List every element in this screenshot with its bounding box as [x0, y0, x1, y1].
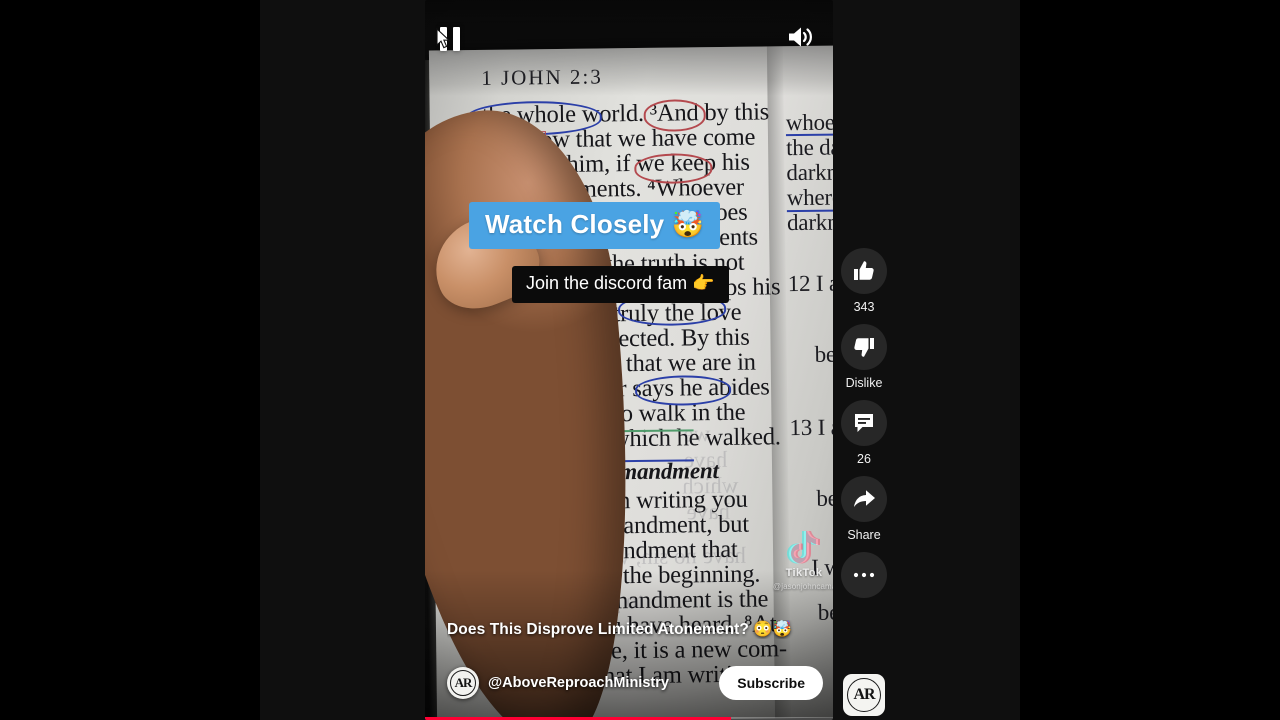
dislike-button[interactable]: [841, 324, 887, 370]
comment-icon: [855, 414, 873, 432]
page-line: darkn: [786, 159, 833, 186]
tiktok-note-icon: [787, 528, 821, 566]
like-button[interactable]: [841, 248, 887, 294]
share-button[interactable]: [841, 476, 887, 522]
tiktok-brand-label: TikTok: [785, 567, 823, 579]
action-rail: 343 Dislike 26 Share: [841, 248, 887, 608]
thumbs-down-icon: [854, 338, 874, 357]
more-ellipsis-icon: [853, 572, 875, 578]
shorts-player[interactable]: 1 JOHN 2:3 the whole world. ³And by this…: [425, 0, 833, 720]
share-action[interactable]: Share: [841, 476, 887, 542]
more-action[interactable]: [841, 552, 887, 598]
like-action[interactable]: 343: [841, 248, 887, 314]
comment-count: 26: [857, 452, 871, 466]
page-line: where: [786, 184, 833, 211]
share-label: Share: [847, 528, 881, 542]
channel-avatar[interactable]: AR: [447, 667, 479, 699]
share-arrow-icon: [854, 490, 875, 507]
dislike-label: Dislike: [845, 376, 883, 390]
comment-button[interactable]: [841, 400, 887, 446]
page-line: darkn: [786, 209, 833, 236]
video-title: Does This Disprove Limited Atonement? 😳🤯: [447, 621, 793, 638]
subscribe-button[interactable]: Subscribe: [719, 666, 823, 700]
channel-row: AR @AboveReproachMinistry Subscribe: [447, 664, 823, 702]
dislike-action[interactable]: Dislike: [841, 324, 887, 390]
rail-channel-avatar[interactable]: AR: [843, 674, 885, 716]
page-line: whoever: [785, 109, 833, 136]
comment-action[interactable]: 26: [841, 400, 887, 466]
tiktok-username: @jasonjohncamacho: [773, 582, 833, 591]
page-line: be: [814, 341, 833, 367]
tiktok-watermark: TikTok @jasonjohncamacho: [773, 528, 833, 608]
pause-bar-right: [453, 27, 460, 51]
page-line: the da: [785, 134, 833, 161]
more-options-button[interactable]: [841, 552, 887, 598]
video-frame: 1 JOHN 2:3 the whole world. ³And by this…: [425, 0, 833, 720]
page-line: 13 I am: [789, 414, 833, 441]
mouse-cursor-icon: [436, 27, 452, 50]
overlay-caption-discord: Join the discord fam 👉: [512, 266, 729, 303]
page-line: be: [816, 485, 833, 511]
volume-button[interactable]: [786, 24, 816, 52]
verse-heading: 1 JOHN 2:3: [481, 64, 603, 90]
like-count: 343: [853, 300, 875, 314]
overlay-caption-watch-closely: Watch Closely 🤯: [469, 202, 721, 249]
channel-avatar-monogram: AR: [450, 670, 476, 696]
shorts-screen: 1 JOHN 2:3 the whole world. ³And by this…: [0, 0, 1280, 720]
rail-avatar-monogram: AR: [847, 678, 881, 712]
channel-handle[interactable]: @AboveReproachMinistry: [488, 675, 669, 691]
thumbs-up-icon: [854, 261, 874, 280]
page-line: 12 I am: [787, 270, 833, 297]
